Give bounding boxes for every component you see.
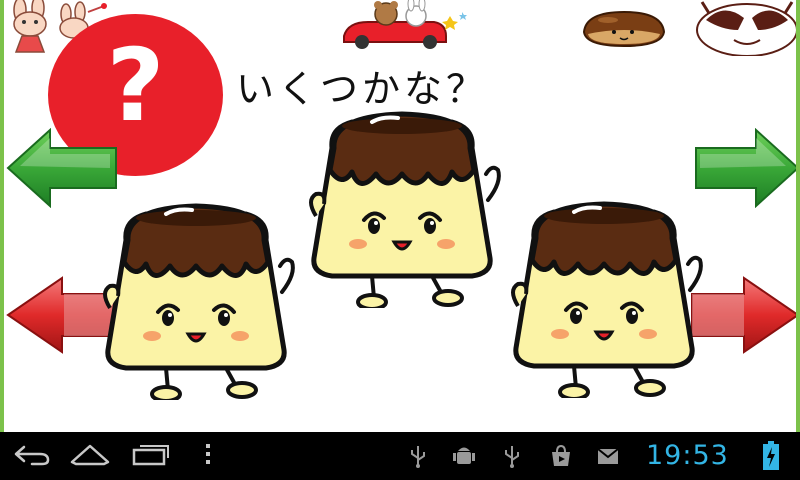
android-debug-icon <box>452 444 476 472</box>
usb-icon <box>408 444 428 472</box>
status-clock: 19:53 <box>646 440 729 471</box>
home-icon[interactable] <box>68 442 112 472</box>
game-screen: ? いくつかな？ <box>0 0 800 432</box>
pudding-character <box>504 198 710 398</box>
back-icon[interactable] <box>12 442 52 472</box>
pudding-character <box>96 200 302 400</box>
pudding-character <box>302 108 508 308</box>
battery-charging-icon <box>762 441 780 475</box>
arrow-left-green-icon <box>6 127 117 209</box>
cat-face-icon[interactable] <box>694 0 796 60</box>
recents-icon[interactable] <box>130 442 172 472</box>
teddy-car-icon <box>338 0 468 54</box>
store-icon <box>550 444 572 472</box>
gmail-icon <box>596 444 620 472</box>
arrow-right-green-icon <box>695 127 796 209</box>
question-text: いくつかな？ <box>236 67 489 111</box>
menu-icon[interactable] <box>202 442 214 472</box>
chestnut-icon[interactable] <box>580 8 668 52</box>
usb-icon <box>502 444 522 472</box>
system-navigation-bar: 19:53 <box>0 432 800 480</box>
question-mark-icon: ? <box>106 27 165 144</box>
